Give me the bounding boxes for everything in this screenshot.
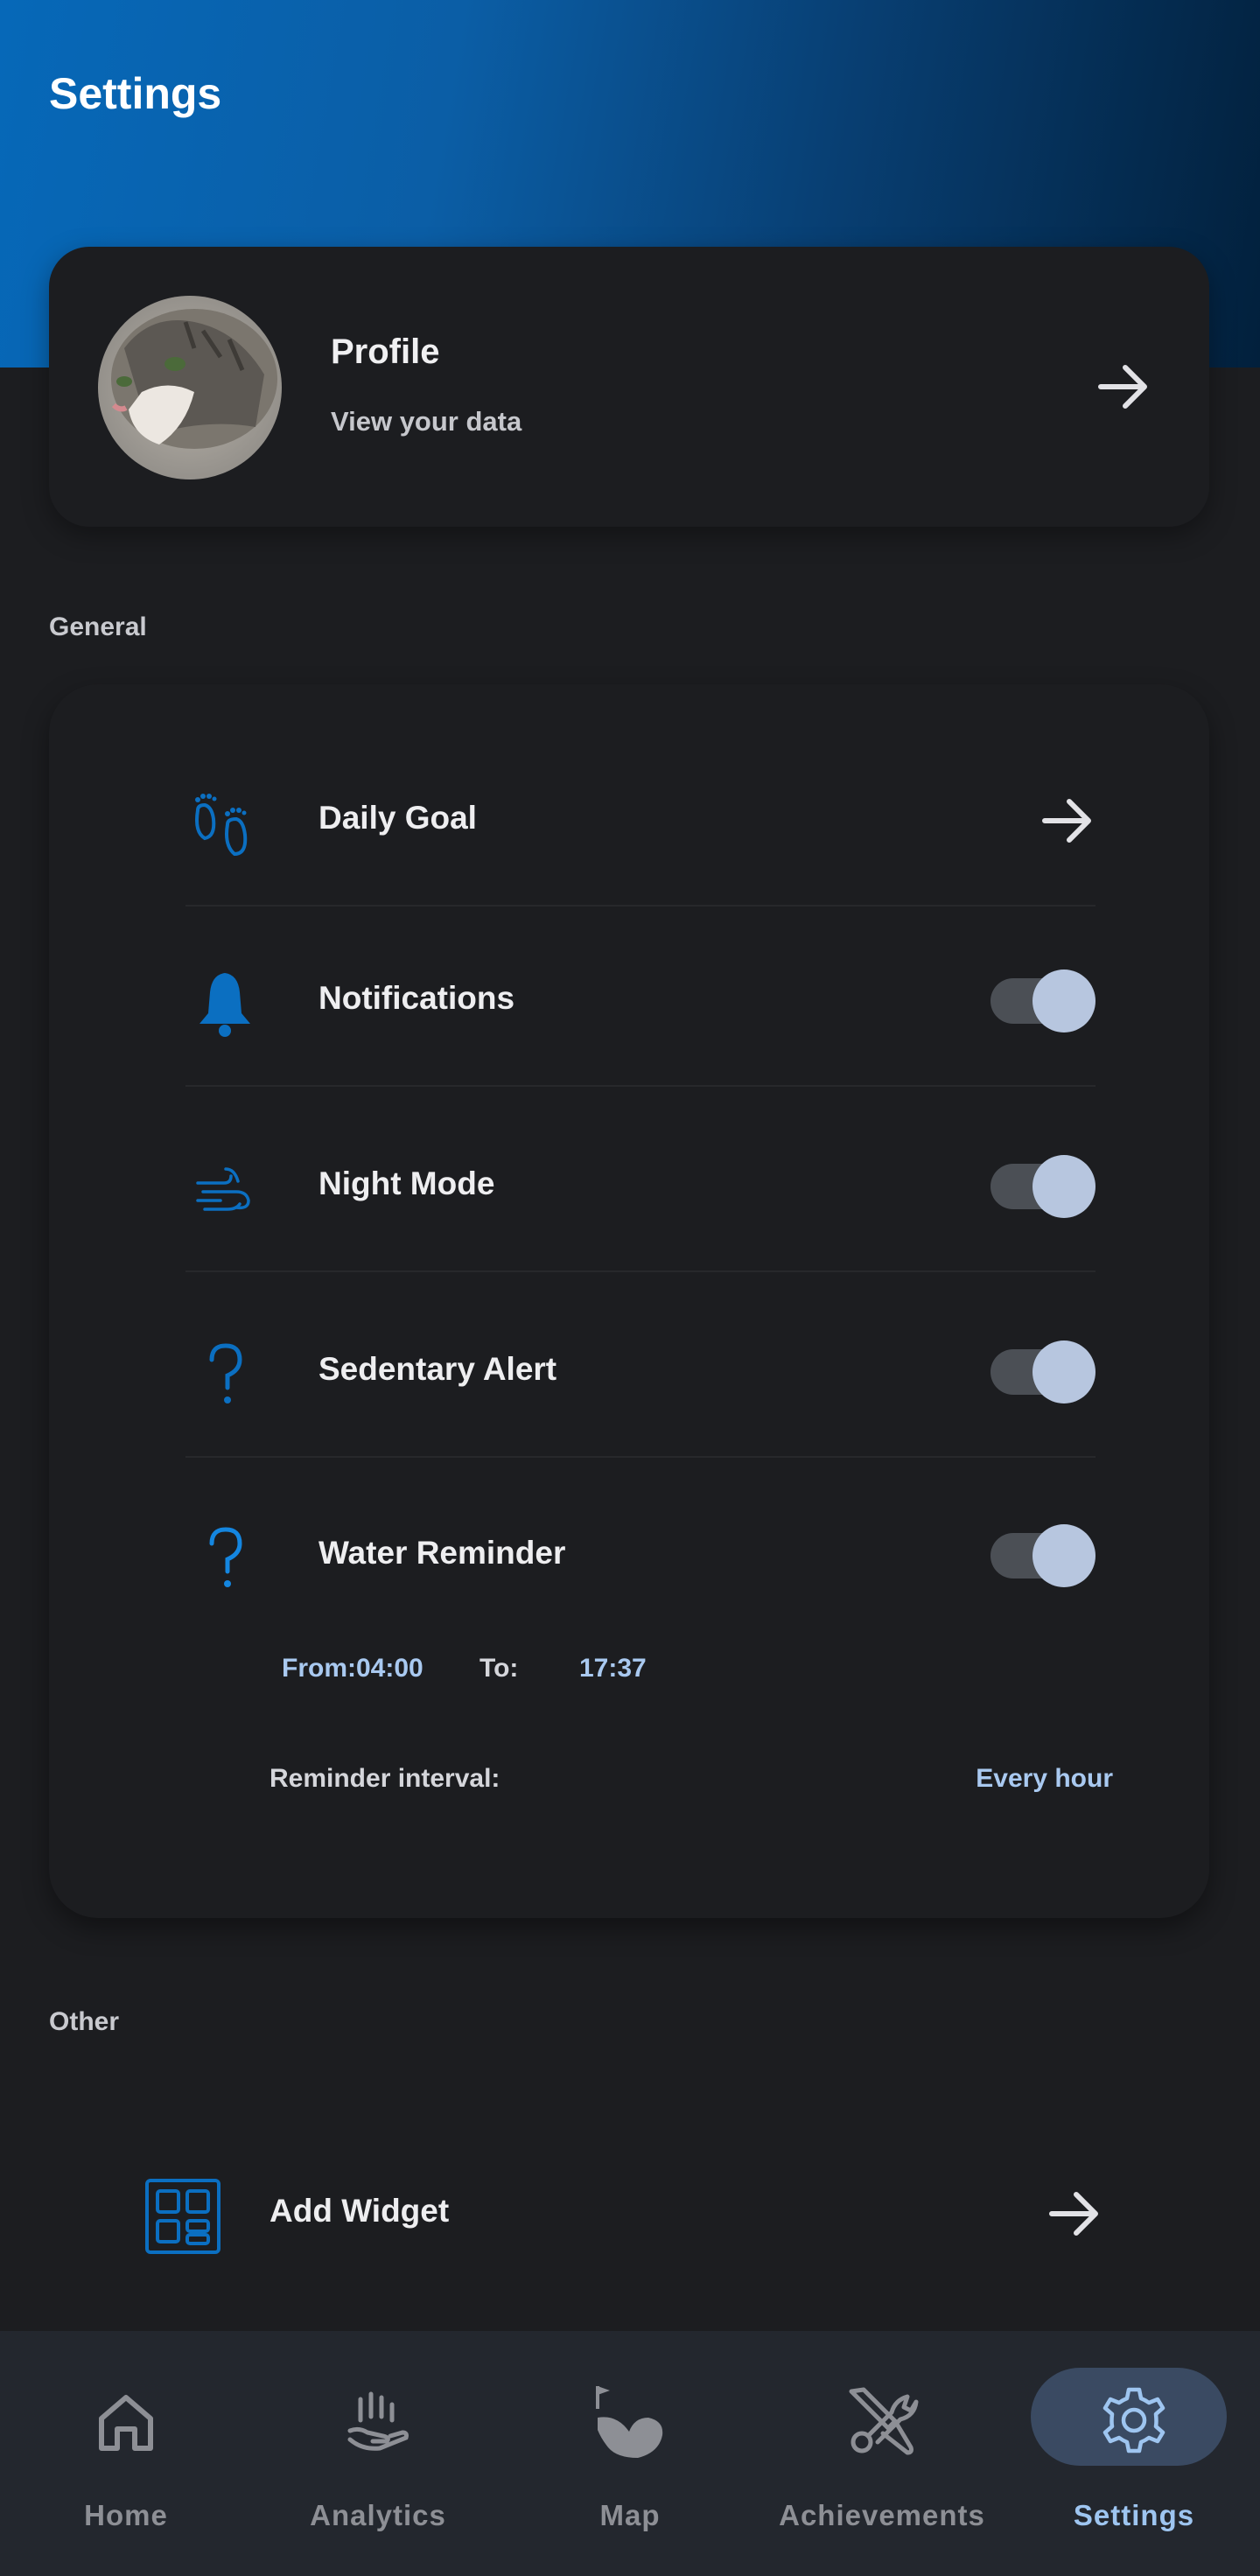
divider — [186, 1456, 1096, 1458]
bell-icon — [186, 964, 264, 1043]
setting-row-sedentary-alert[interactable]: Sedentary Alert — [133, 1283, 1148, 1458]
setting-row-water-reminder[interactable]: Water Reminder — [133, 1466, 1148, 1642]
nav-item-settings[interactable]: Settings — [1008, 2331, 1260, 2576]
water-from-time[interactable]: From:04:00 — [282, 1654, 424, 1684]
setting-label: Notifications — [318, 980, 515, 1016]
water-reminder-toggle[interactable] — [990, 1524, 1096, 1587]
nav-label: Home — [84, 2499, 168, 2531]
toggle-thumb — [1032, 970, 1096, 1032]
nav-label: Settings — [1073, 2499, 1195, 2531]
divider — [186, 905, 1096, 906]
general-settings-card: Daily Goal Notifications Night Mode Sede… — [49, 684, 1209, 1918]
section-label-other: Other — [49, 2007, 120, 2036]
toggle-thumb — [1032, 1340, 1096, 1404]
setting-label: Sedentary Alert — [318, 1351, 557, 1387]
setting-label: Night Mode — [318, 1166, 495, 1201]
nav-item-analytics[interactable]: Analytics — [252, 2331, 504, 2576]
route-flag-icon — [586, 2378, 674, 2466]
widget-grid-icon — [144, 2177, 222, 2256]
setting-row-add-widget[interactable]: Add Widget — [133, 2124, 1148, 2300]
water-to-time[interactable]: 17:37 — [579, 1654, 647, 1684]
night-mode-toggle[interactable] — [990, 1155, 1096, 1218]
nav-label: Map — [599, 2499, 661, 2531]
nav-label: Analytics — [310, 2499, 446, 2531]
arrow-right-icon[interactable] — [1096, 359, 1152, 415]
home-icon — [82, 2378, 170, 2466]
arrow-right-icon[interactable] — [1046, 2186, 1102, 2242]
reminder-interval-value[interactable]: Every hour — [976, 1764, 1113, 1794]
footprints-icon — [186, 784, 264, 863]
question-icon — [186, 1335, 264, 1414]
setting-label: Add Widget — [270, 2193, 450, 2229]
setting-row-daily-goal[interactable]: Daily Goal — [133, 732, 1148, 906]
wind-icon — [186, 1150, 264, 1228]
page-title: Settings — [49, 69, 222, 118]
avatar — [98, 296, 282, 480]
divider — [186, 1270, 1096, 1272]
bottom-navigation: Home Analytics Map Achievements Settings — [0, 2331, 1260, 2576]
hand-chart-icon — [334, 2378, 422, 2466]
gear-icon — [1090, 2378, 1178, 2466]
toggle-thumb — [1032, 1524, 1096, 1587]
nav-item-home[interactable]: Home — [0, 2331, 252, 2576]
setting-row-night-mode[interactable]: Night Mode — [133, 1097, 1148, 1272]
question-icon — [186, 1519, 264, 1598]
sedentary-alert-toggle[interactable] — [990, 1340, 1096, 1404]
nav-label: Achievements — [779, 2499, 985, 2531]
tools-icon — [838, 2378, 926, 2466]
reminder-interval-label: Reminder interval: — [270, 1764, 500, 1793]
section-label-general: General — [49, 612, 147, 641]
nav-item-achievements[interactable]: Achievements — [756, 2331, 1008, 2576]
divider — [186, 1085, 1096, 1087]
toggle-thumb — [1032, 1155, 1096, 1218]
setting-label: Daily Goal — [318, 800, 477, 836]
nav-item-map[interactable]: Map — [504, 2331, 756, 2576]
arrow-right-icon[interactable] — [1040, 793, 1096, 849]
setting-row-notifications[interactable]: Notifications — [133, 912, 1148, 1087]
profile-title: Profile — [331, 332, 440, 371]
water-to-label: To: — [480, 1654, 519, 1683]
profile-card[interactable]: Profile View your data — [49, 247, 1209, 527]
notifications-toggle[interactable] — [990, 970, 1096, 1032]
setting-label: Water Reminder — [318, 1535, 566, 1571]
profile-subtitle: View your data — [331, 406, 522, 437]
